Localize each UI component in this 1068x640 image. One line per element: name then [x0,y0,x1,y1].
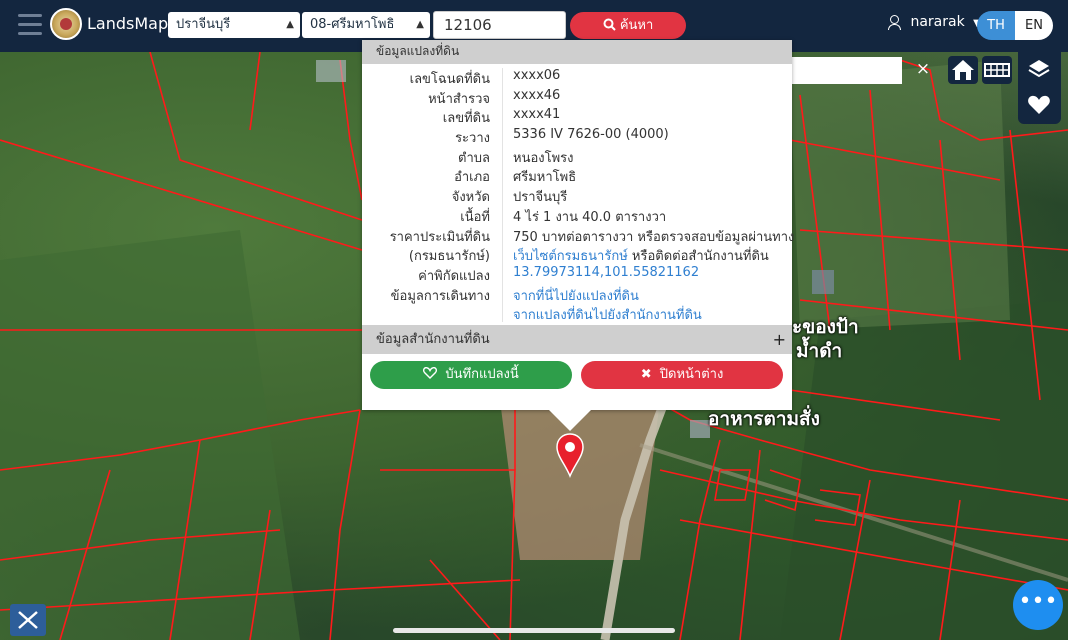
lang-th-button[interactable]: TH [977,11,1015,40]
map-pin-icon[interactable] [555,432,585,478]
route-to-office-link[interactable]: จากแปลงที่ดินไปยังสำนักงานที่ดิน [513,304,702,325]
grid-icon [984,63,1010,77]
info-row-area: เนื้อที่ 4 ไร่ 1 งาน 40.0 ตารางวา [362,206,792,226]
info-key: เลขโฉนดที่ดิน [409,72,490,87]
grid-toggle-button[interactable] [982,56,1012,84]
info-row-district: อำเภอ ศรีมหาโพธิ [362,166,792,186]
hamburger-menu-icon[interactable] [18,14,42,36]
province-select[interactable]: ปราจีนบุรี ▲ [168,12,300,38]
district-select[interactable]: 08-ศรีมหาโพธิ ▲ [302,12,430,38]
popup-header: ข้อมูลแปลงที่ดิน [362,40,792,64]
search-button-label: ค้นหา [619,18,654,33]
info-row-survey-page: หน้าสำรวจ xxxx46 [362,88,792,108]
place-search-clear-icon[interactable]: × [910,57,936,81]
lang-en-button[interactable]: EN [1015,11,1053,40]
ruler-pencil-icon [18,611,38,629]
route-to-parcel-link[interactable]: จากที่นี่ไปยังแปลงที่ดิน [513,285,639,306]
info-key: จังหวัด [451,190,490,206]
home-indicator-bar [393,628,675,633]
select-updown-icon: ▲ [286,19,294,30]
info-value: 5336 IV 7626-00 (4000) [513,127,669,143]
close-icon: ✖ [640,367,652,382]
info-row-land-number: เลขที่ดิน xxxx41 [362,107,792,127]
info-row-sheet: ระวาง 5336 IV 7626-00 (4000) [362,127,792,147]
info-key: (กรมธนารักษ์) [408,249,490,265]
search-button[interactable]: ค้นหา [570,12,686,39]
username: nararak [910,14,965,30]
info-value: xxxx46 [513,87,561,103]
treasury-website-link[interactable]: เว็บไซต์กรมธนารักษ์ [513,249,628,264]
popup-pointer [548,409,592,431]
province-select-value: ปราจีนบุรี [176,17,231,32]
info-value: หนองโพรง [513,150,574,166]
info-key: ราคาประเมินที่ดิน [389,229,490,245]
land-office-label: ข้อมูลสำนักงานที่ดิน [376,332,490,347]
info-value: 4 ไร่ 1 งาน 40.0 ตารางวา [513,209,667,225]
select-updown-icon: ▲ [416,19,424,30]
info-key: เลขที่ดิน [442,111,490,127]
info-key: หน้าสำรวจ [428,91,490,107]
info-key: ตำบล [458,150,490,166]
parcel-info-popup: ข้อมูลแปลงที่ดิน เลขโฉนดที่ดิน xxxx06 หน้… [362,40,795,410]
info-key: อำเภอ [454,170,490,186]
more-options-fab[interactable]: ••• [1013,580,1063,630]
info-value: xxxx41 [513,107,561,123]
info-row-subdistrict: ตำบล หนองโพรง [362,147,792,167]
info-row-travel-office: จากแปลงที่ดินไปยังสำนักงานที่ดิน [362,304,792,324]
map-label-black-water: ม้ำดำ [796,340,843,362]
dol-logo [50,8,82,40]
info-row-appraisal: ราคาประเมินที่ดิน 750 บาทต่อตารางวา หรือต… [362,226,795,246]
map-side-panel [1018,52,1061,124]
parcel-info-table: เลขโฉนดที่ดิน xxxx06 หน้าสำรวจ xxxx46 เลขท… [362,68,795,324]
coordinates-link[interactable]: 13.79973114,101.55821162 [513,265,699,280]
info-row-deed: เลขโฉนดที่ดิน xxxx06 [362,68,792,88]
info-row-coordinates: ค่าพิกัดแปลง 13.79973114,101.55821162 [362,265,792,285]
heart-icon[interactable] [1018,90,1061,120]
info-value: ปราจีนบุรี [513,190,568,206]
info-key: ข้อมูลการเดินทาง [390,288,490,304]
district-select-value: 08-ศรีมหาโพธิ [310,17,395,32]
measure-tool-button[interactable] [10,604,46,636]
info-row-travel: ข้อมูลการเดินทาง จากที่นี่ไปยังแปลงที่ดิน [362,285,792,305]
home-button[interactable] [948,56,978,84]
info-key: ระวาง [455,131,490,147]
close-window-label: ปิดหน้าต่าง [659,367,724,382]
info-row-province: จังหวัด ปราจีนบุรี [362,186,792,206]
info-value-suffix: หรือติดต่อสำนักงานที่ดิน [627,249,769,265]
user-menu[interactable]: nararak ▼ [888,14,981,30]
info-value: 750 บาทต่อตารางวา หรือตรวจสอบข้อมูลผ่านท… [513,229,795,245]
expand-plus-icon[interactable]: + [773,325,786,354]
search-icon [603,18,616,31]
heart-outline-icon [423,366,438,379]
parcel-number-input[interactable] [433,11,566,39]
info-row-treasury: (กรมธนารักษ์) เว็บไซต์กรมธนารักษ์ หรือติด… [362,245,792,265]
save-parcel-label: บันทึกแปลงนี้ [445,367,519,382]
user-icon [888,15,901,30]
info-value: ศรีมหาโพธิ [513,170,577,186]
land-office-section[interactable]: ข้อมูลสำนักงานที่ดิน + [362,325,792,354]
info-key: เนื้อที่ [460,209,490,225]
home-icon [952,60,974,80]
info-value-wrap: เว็บไซต์กรมธนารักษ์ หรือติดต่อสำนักงานที… [513,245,769,266]
close-window-button[interactable]: ✖ ปิดหน้าต่าง [581,361,783,389]
brand-title: LandsMaps [87,14,177,33]
info-value: xxxx06 [513,68,561,83]
save-parcel-button[interactable]: บันทึกแปลงนี้ [370,361,572,389]
info-key: ค่าพิกัดแปลง [418,268,490,284]
